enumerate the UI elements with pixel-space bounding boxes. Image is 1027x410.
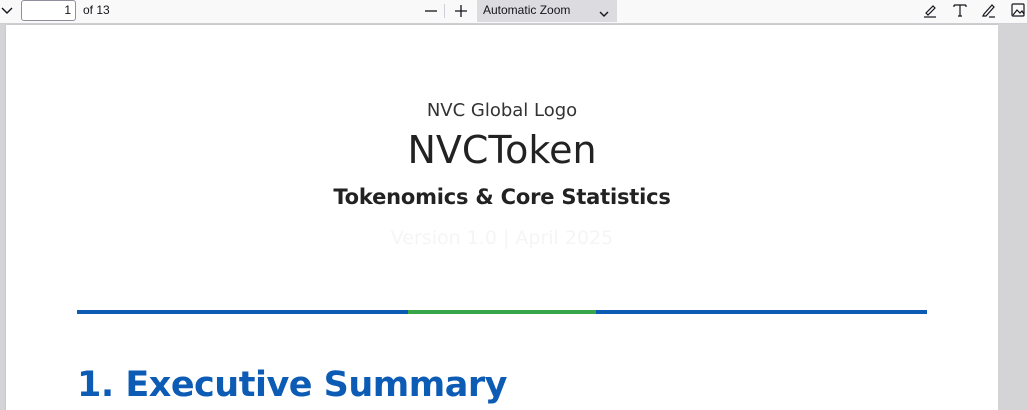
chevron-down-icon[interactable] bbox=[0, 2, 14, 20]
highlight-icon bbox=[924, 5, 936, 18]
plus-icon bbox=[455, 5, 467, 17]
zoom-out-button[interactable] bbox=[421, 1, 441, 21]
document-version: Version 1.0 | April 2025 bbox=[390, 227, 614, 249]
minus-icon bbox=[425, 10, 437, 12]
chevron-down-icon bbox=[599, 4, 609, 24]
zoom-in-button[interactable] bbox=[451, 1, 471, 21]
text-icon bbox=[953, 4, 967, 17]
zoom-select-value: Automatic Zoom bbox=[483, 3, 571, 17]
toolbar-divider bbox=[444, 4, 445, 18]
page-number-input[interactable]: 1 bbox=[21, 0, 76, 21]
header-divider-accent bbox=[408, 310, 596, 314]
zoom-select[interactable]: Automatic Zoom bbox=[477, 0, 617, 22]
highlight-button[interactable] bbox=[920, 0, 940, 20]
pdf-toolbar: 1 of 13 Automatic Zoom bbox=[0, 0, 1027, 24]
logo-placeholder-text: NVC Global Logo bbox=[426, 100, 578, 121]
draw-icon bbox=[982, 4, 995, 18]
add-image-button[interactable] bbox=[1008, 0, 1027, 20]
section-heading: 1. Executive Summary bbox=[77, 365, 507, 405]
draw-button[interactable] bbox=[979, 0, 999, 20]
page-count-label: of 13 bbox=[83, 3, 110, 17]
document-subtitle: Tokenomics & Core Statistics bbox=[333, 185, 671, 209]
image-icon bbox=[1011, 3, 1025, 17]
add-text-button[interactable] bbox=[950, 0, 970, 20]
scroll-gutter bbox=[998, 25, 1027, 410]
document-title: NVCToken bbox=[407, 128, 597, 172]
pdf-page: NVC Global Logo NVCToken Tokenomics & Co… bbox=[6, 25, 998, 410]
